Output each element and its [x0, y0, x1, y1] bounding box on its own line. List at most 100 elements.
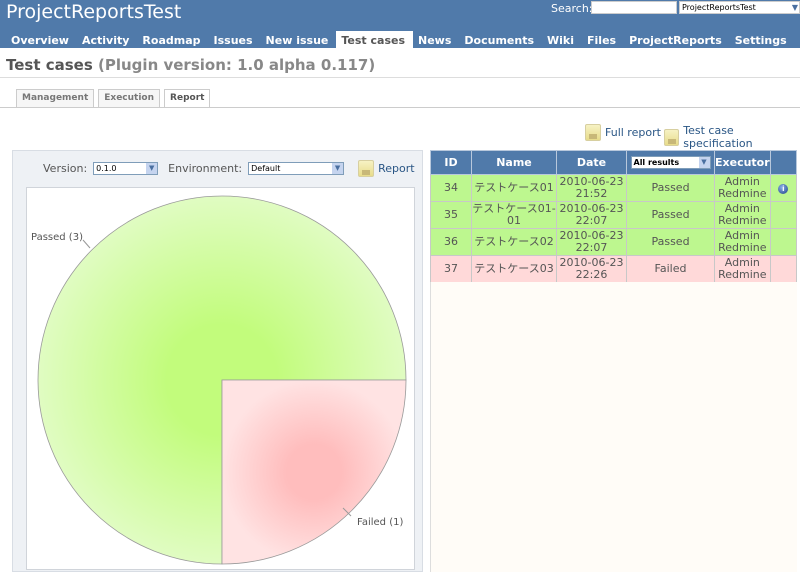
- version-value: 0.1.0: [96, 164, 117, 173]
- nav-wiki[interactable]: Wiki: [542, 31, 582, 48]
- table-row[interactable]: 35 テストケース01-01 2010-06-23 22:07 Passed Ad…: [430, 201, 798, 229]
- search-label: Search:: [551, 2, 593, 15]
- pie-slice-failed: [221, 379, 407, 565]
- cell-name[interactable]: テストケース01: [471, 174, 557, 202]
- cell-executor: Admin Redmine: [714, 228, 771, 256]
- pie-label-leader: [82, 239, 91, 249]
- cell-executor: Admin Redmine: [714, 174, 771, 202]
- plugin-version: (Plugin version: 1.0 alpha 0.117): [98, 56, 376, 74]
- time: 21:52: [575, 187, 608, 200]
- report-panel: Version: 0.1.0 ▼ Environment: Default ▼ Re…: [12, 150, 423, 572]
- cell-date: 2010-06-23 22:07: [556, 228, 627, 256]
- cell-executor: Admin Redmine: [714, 201, 771, 229]
- cell-date: 2010-06-23 21:52: [556, 174, 627, 202]
- project-select-value: ProjectReportsTest: [682, 3, 756, 12]
- environment-value: Default: [251, 164, 281, 173]
- nav-projectreports[interactable]: ProjectReports: [624, 31, 730, 48]
- cell-info: [769, 255, 798, 283]
- spec-label: Test case specification: [683, 124, 753, 150]
- version-select[interactable]: 0.1.0 ▼: [93, 162, 159, 175]
- cell-date: 2010-06-23 22:26: [556, 255, 627, 283]
- col-info: [769, 150, 798, 175]
- tab-execution[interactable]: Execution: [98, 89, 161, 107]
- tab-management[interactable]: Management: [16, 89, 95, 107]
- header: ProjectReportsTest Search: ProjectReport…: [0, 0, 800, 48]
- cell-result: Failed: [626, 255, 715, 283]
- divider: [0, 77, 800, 78]
- nav-issues[interactable]: Issues: [209, 31, 261, 48]
- full-report-link[interactable]: Full report: [585, 124, 661, 141]
- executor-last: Redmine: [718, 268, 767, 281]
- cell-result: Passed: [626, 174, 715, 202]
- col-date[interactable]: Date: [556, 150, 627, 175]
- page-title: Test cases (Plugin version: 1.0 alpha 0.…: [6, 56, 375, 74]
- table-empty-area: [430, 282, 797, 572]
- tab-report[interactable]: Report: [164, 89, 211, 108]
- table-row[interactable]: 34 テストケース01 2010-06-23 21:52 Passed Admin…: [430, 174, 798, 202]
- cell-id: 36: [430, 228, 472, 256]
- col-executor[interactable]: Executor: [714, 150, 771, 175]
- cell-name[interactable]: テストケース01-01: [471, 201, 557, 229]
- project-jump-select[interactable]: ProjectReportsTest ▼: [679, 1, 800, 14]
- cell-info: [769, 228, 798, 256]
- cell-result: Passed: [626, 201, 715, 229]
- nav-new-issue[interactable]: New issue: [261, 31, 337, 48]
- search-input[interactable]: [591, 1, 677, 14]
- nav-documents[interactable]: Documents: [459, 31, 542, 48]
- pie-label: Failed (1): [357, 517, 403, 528]
- save-disk-icon: [585, 124, 601, 141]
- result-filter-value: All results: [633, 158, 680, 167]
- nav-activity[interactable]: Activity: [77, 31, 137, 48]
- cell-name[interactable]: テストケース03: [471, 255, 557, 283]
- result-filter-select[interactable]: All results ▼: [630, 156, 711, 169]
- report-label: Report: [378, 162, 415, 175]
- nav-files[interactable]: Files: [582, 31, 624, 48]
- cell-info: i: [769, 174, 798, 202]
- pie-svg: Passed (3) Failed (1): [31, 195, 407, 565]
- nav-roadmap[interactable]: Roadmap: [137, 31, 208, 48]
- test-case-spec-link[interactable]: Test case specification: [664, 124, 800, 150]
- nav-test-cases[interactable]: Test cases: [336, 31, 414, 48]
- version-label: Version:: [43, 162, 88, 175]
- cell-id: 35: [430, 201, 472, 229]
- cell-name[interactable]: テストケース02: [471, 228, 557, 256]
- nav-news[interactable]: News: [413, 31, 459, 48]
- table-row[interactable]: 37 テストケース03 2010-06-23 22:26 Failed Admin…: [430, 255, 798, 283]
- time: 22:07: [575, 214, 608, 227]
- cell-id: 37: [430, 255, 472, 283]
- tabs: Management Execution Report: [16, 89, 211, 108]
- cell-date: 2010-06-23 22:07: [556, 201, 627, 229]
- col-id[interactable]: ID: [430, 150, 472, 175]
- pie-label: Passed (3): [31, 232, 83, 243]
- full-report-label: Full report: [605, 126, 661, 139]
- report-filters: Version: 0.1.0 ▼ Environment: Default ▼ Re…: [43, 160, 415, 177]
- save-disk-icon: [664, 128, 680, 146]
- pie-chart: Passed (3) Failed (1): [26, 187, 415, 570]
- time: 22:26: [575, 268, 608, 281]
- divider: [0, 107, 800, 108]
- environment-select[interactable]: Default ▼: [248, 162, 345, 175]
- chevron-down-icon: ▼: [791, 3, 798, 12]
- nav-settings[interactable]: Settings: [730, 31, 795, 48]
- report-button[interactable]: Report: [358, 160, 415, 177]
- cell-result: Passed: [626, 228, 715, 256]
- chevron-down-icon: ▼: [698, 157, 710, 168]
- executor-last: Redmine: [718, 214, 767, 227]
- cell-id: 34: [430, 174, 472, 202]
- main-nav: Overview Activity Roadmap Issues New issue Te…: [6, 31, 795, 48]
- table-row[interactable]: 36 テストケース02 2010-06-23 22:07 Passed Admin…: [430, 228, 798, 256]
- results-table: ID Name Date All results ▼ Executor 34 テス…: [430, 150, 798, 283]
- save-disk-icon: [358, 160, 375, 177]
- chevron-down-icon: ▼: [146, 163, 158, 174]
- info-icon[interactable]: i: [778, 184, 789, 194]
- executor-last: Redmine: [718, 241, 767, 254]
- nav-overview[interactable]: Overview: [6, 31, 77, 48]
- environment-label: Environment:: [168, 162, 243, 175]
- page-title-text: Test cases: [6, 56, 93, 74]
- executor-last: Redmine: [718, 187, 767, 200]
- cell-executor: Admin Redmine: [714, 255, 771, 283]
- chevron-down-icon: ▼: [332, 163, 344, 174]
- col-name[interactable]: Name: [471, 150, 557, 175]
- app-title[interactable]: ProjectReportsTest: [6, 1, 181, 23]
- time: 22:07: [575, 241, 608, 254]
